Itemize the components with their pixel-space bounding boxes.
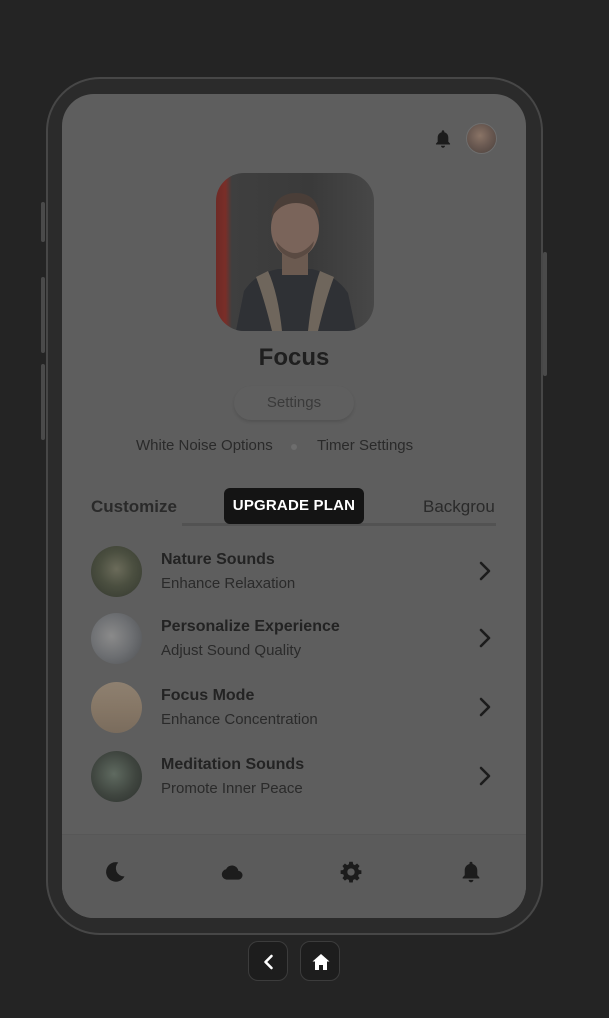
list-item[interactable]: Nature Sounds Enhance Relaxation <box>91 546 497 598</box>
back-button[interactable] <box>248 941 288 981</box>
list-item-title: Personalize Experience <box>161 618 340 635</box>
desk-thumbnail <box>91 682 142 733</box>
list-item-title: Nature Sounds <box>161 551 275 568</box>
bottom-nav <box>62 834 526 918</box>
upgrade-plan-button[interactable]: UPGRADE PLAN <box>224 488 364 524</box>
list-item[interactable]: Personalize Experience Adjust Sound Qual… <box>91 613 497 665</box>
tab-background[interactable]: Backgrou <box>423 497 496 517</box>
back-icon <box>264 954 273 970</box>
list-item-subtitle: Enhance Concentration <box>161 711 318 728</box>
list-item-title: Meditation Sounds <box>161 756 305 773</box>
gear-icon[interactable] <box>338 859 364 885</box>
chevron-right-icon[interactable] <box>477 560 493 582</box>
avatar[interactable] <box>466 123 497 154</box>
moon-icon[interactable] <box>102 859 128 885</box>
timer-settings-link[interactable]: Timer Settings <box>317 437 413 454</box>
settings-button[interactable]: Settings <box>234 386 354 420</box>
tab-customize[interactable]: Customize <box>91 497 177 517</box>
power-button[interactable] <box>543 252 547 376</box>
volume-up-button[interactable] <box>41 202 45 242</box>
list-item[interactable]: Focus Mode Enhance Concentration <box>91 682 497 734</box>
cloud-icon[interactable] <box>219 859 245 885</box>
stage: Focus Settings White Noise Options Timer… <box>0 0 609 1018</box>
profile-photo <box>216 173 374 331</box>
option-links: White Noise Options Timer Settings <box>62 437 526 457</box>
separator-dot <box>291 444 297 450</box>
list-item[interactable]: Meditation Sounds Promote Inner Peace <box>91 751 497 803</box>
page-title: Focus <box>258 344 330 371</box>
volume-down-button[interactable] <box>41 277 45 353</box>
bell-icon[interactable] <box>458 859 484 885</box>
meditation-thumbnail <box>91 751 142 802</box>
bell-icon[interactable] <box>432 128 454 150</box>
side-button[interactable] <box>41 364 45 440</box>
list-item-subtitle: Adjust Sound Quality <box>161 642 302 659</box>
chevron-right-icon[interactable] <box>477 627 493 649</box>
studio-thumbnail <box>91 613 142 664</box>
home-icon <box>312 954 330 970</box>
list-item-subtitle: Enhance Relaxation <box>161 575 296 592</box>
forest-thumbnail <box>91 546 142 597</box>
list-item-subtitle: Promote Inner Peace <box>161 780 303 797</box>
chevron-right-icon[interactable] <box>477 765 493 787</box>
white-noise-options-link[interactable]: White Noise Options <box>136 437 273 454</box>
app-screen: Focus Settings White Noise Options Timer… <box>62 94 526 918</box>
list-item-title: Focus Mode <box>161 687 255 704</box>
chevron-right-icon[interactable] <box>477 696 493 718</box>
home-button[interactable] <box>300 941 340 981</box>
